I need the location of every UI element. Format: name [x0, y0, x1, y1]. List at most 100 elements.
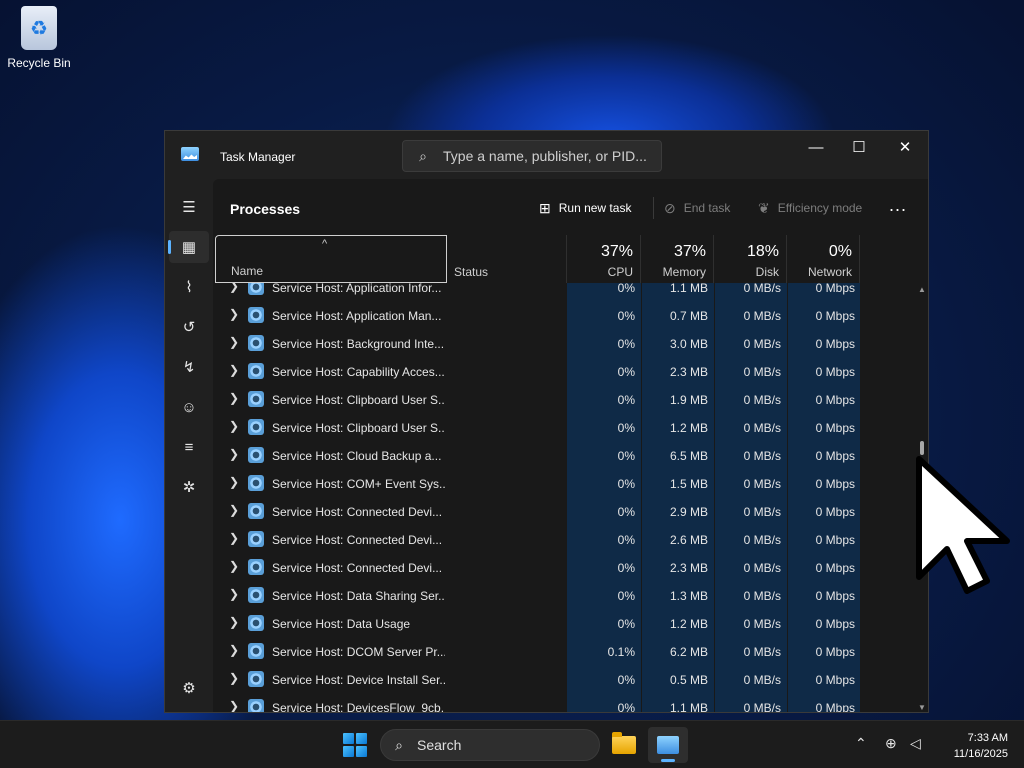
expand-chevron-icon[interactable]: ❯ [229, 475, 241, 489]
process-name: Service Host: Application Man... [272, 309, 442, 323]
expand-chevron-icon[interactable]: ❯ [229, 447, 241, 461]
expand-chevron-icon[interactable]: ❯ [229, 699, 241, 712]
nav-users-icon[interactable]: ☺ [169, 391, 209, 423]
network-value: 0 Mbps [815, 393, 855, 407]
nav-startup-apps-icon[interactable]: ↯ [169, 351, 209, 383]
network-value: 0 Mbps [815, 421, 855, 435]
table-row[interactable]: ❯ Service Host: Capability Acces... 0% 2.3 … [213, 357, 915, 385]
service-host-icon [248, 475, 264, 491]
nav-processes-icon[interactable]: ▦ [168, 231, 209, 263]
table-row[interactable]: ❯ Service Host: Background Inte... 0% 3.0 M… [213, 329, 915, 357]
column-header-status[interactable]: Status [447, 235, 567, 283]
nav-settings-icon[interactable]: ⚙ [169, 672, 209, 704]
nav-app-history-icon[interactable]: ↺ [169, 311, 209, 343]
cpu-value: 0% [617, 673, 635, 687]
table-row[interactable]: ❯ Service Host: Clipboard User S... 0% 1.9 … [213, 385, 915, 413]
expand-chevron-icon[interactable]: ❯ [229, 283, 241, 293]
leaf-icon: ❦ [758, 199, 770, 216]
cpu-value: 0% [617, 309, 635, 323]
hamburger-menu-icon[interactable]: ☰ [169, 191, 209, 223]
table-row[interactable]: ❯ Service Host: COM+ Event Sys... 0% 1.5 MB… [213, 469, 915, 497]
nav-details-icon[interactable]: ≡ [169, 431, 209, 463]
show-hidden-icons-icon[interactable]: ⌃ [855, 735, 867, 752]
expand-chevron-icon[interactable]: ❯ [229, 615, 241, 629]
table-row[interactable]: ❯ Service Host: Application Man... 0% 0.7 M… [213, 301, 915, 329]
network-icon[interactable]: ⊕ [885, 735, 897, 752]
search-input[interactable]: ⌕ Type a name, publisher, or PID... [402, 140, 662, 172]
expand-chevron-icon[interactable]: ❯ [229, 307, 241, 321]
table-row[interactable]: ❯ Service Host: DevicesFlow_9cb... 0% 1.1 M… [213, 693, 915, 713]
taskbar: ⌕ Search ⌃ ⊕ ◁ 7:33 AM 11/16/2025 [0, 720, 1024, 768]
network-value: 0 Mbps [815, 617, 855, 631]
more-options-button[interactable]: ... [889, 195, 907, 216]
volume-icon[interactable]: ◁ [910, 735, 921, 752]
table-row[interactable]: ❯ Service Host: Device Install Ser... 0% 0.… [213, 665, 915, 693]
column-header-name[interactable]: ^ Name [215, 235, 447, 283]
expand-chevron-icon[interactable]: ❯ [229, 587, 241, 601]
clock[interactable]: 7:33 AM 11/16/2025 [938, 730, 1008, 762]
process-list: ❯ Service Host: Application Infor... 0% 1.1… [213, 283, 915, 713]
run-new-task-button[interactable]: ⊞ Run new task [539, 197, 631, 219]
expand-chevron-icon[interactable]: ❯ [229, 671, 241, 685]
table-row[interactable]: ❯ Service Host: Data Usage 0% 1.2 MB 0 MB/s 0… [213, 609, 915, 637]
table-row[interactable]: ❯ Service Host: Clipboard User S... 0% 1.2 … [213, 413, 915, 441]
table-row[interactable]: ❯ Service Host: DCOM Server Pr... 0.1% 6.2 … [213, 637, 915, 665]
maximize-button[interactable]: ☐ [836, 131, 882, 163]
disk-value: 0 MB/s [743, 393, 781, 407]
table-row[interactable]: ❯ Service Host: Connected Devi... 0% 2.9 MB… [213, 497, 915, 525]
nav-services-icon[interactable]: ✲ [169, 471, 209, 503]
minimize-button[interactable]: — [793, 131, 839, 163]
clock-date: 11/16/2025 [953, 748, 1008, 760]
column-header-disk[interactable]: 18% Disk [714, 235, 787, 283]
table-row[interactable]: ❯ Service Host: Data Sharing Ser... 0% 1.3 … [213, 581, 915, 609]
end-task-button[interactable]: ⊘ End task [664, 197, 730, 219]
expand-chevron-icon[interactable]: ❯ [229, 503, 241, 517]
expand-chevron-icon[interactable]: ❯ [229, 419, 241, 433]
service-host-icon [248, 643, 264, 659]
expand-chevron-icon[interactable]: ❯ [229, 363, 241, 377]
scroll-down-icon[interactable]: ▼ [918, 703, 926, 712]
expand-chevron-icon[interactable]: ❯ [229, 531, 241, 545]
file-explorer-button[interactable] [604, 727, 644, 763]
taskbar-search[interactable]: ⌕ Search [380, 729, 600, 761]
start-button[interactable] [343, 733, 367, 757]
scrollbar-thumb[interactable] [920, 441, 924, 455]
memory-value: 2.9 MB [669, 505, 708, 519]
search-icon: ⌕ [395, 736, 403, 753]
disk-value: 0 MB/s [743, 421, 781, 435]
table-row[interactable]: ❯ Service Host: Connected Devi... 0% 2.3 MB… [213, 553, 915, 581]
network-value: 0 Mbps [815, 337, 855, 351]
close-button[interactable]: ✕ [882, 131, 928, 163]
efficiency-mode-button[interactable]: ❦ Efficiency mode [758, 197, 862, 219]
recycle-bin-label: Recycle Bin [7, 56, 71, 70]
scroll-up-icon[interactable]: ▲ [918, 285, 926, 294]
cpu-value: 0% [617, 449, 635, 463]
table-row[interactable]: ❯ Service Host: Cloud Backup a... 0% 6.5 MB… [213, 441, 915, 469]
expand-chevron-icon[interactable]: ❯ [229, 391, 241, 405]
column-header-network[interactable]: 0% Network [787, 235, 860, 283]
process-name: Service Host: COM+ Event Sys... [272, 477, 445, 491]
expand-chevron-icon[interactable]: ❯ [229, 335, 241, 349]
process-name: Service Host: Connected Devi... [272, 505, 443, 519]
disk-value: 0 MB/s [743, 617, 781, 631]
toolbar-divider [653, 197, 654, 219]
column-header-memory[interactable]: 37% Memory [641, 235, 714, 283]
service-host-icon [248, 283, 264, 295]
process-name: Service Host: DevicesFlow_9cb... [272, 701, 445, 713]
disk-value: 0 MB/s [743, 673, 781, 687]
cpu-value: 0% [617, 421, 635, 435]
task-manager-taskbar-button[interactable] [648, 727, 688, 763]
column-header-cpu[interactable]: 37% CPU [567, 235, 641, 283]
service-host-icon [248, 615, 264, 631]
expand-chevron-icon[interactable]: ❯ [229, 643, 241, 657]
toolbar: Processes ⊞ Run new task ⊘ End task ❦ Ef… [213, 179, 928, 235]
expand-chevron-icon[interactable]: ❯ [229, 559, 241, 573]
disk-value: 0 MB/s [743, 365, 781, 379]
task-manager-window: Task Manager ⌕ Type a name, publisher, o… [164, 130, 929, 713]
cpu-value: 0% [617, 701, 635, 713]
table-row[interactable]: ❯ Service Host: Connected Devi... 0% 2.6 MB… [213, 525, 915, 553]
table-row[interactable]: ❯ Service Host: Application Infor... 0% 1.1… [213, 283, 915, 301]
nav-performance-icon[interactable]: ⌇ [169, 271, 209, 303]
memory-value: 3.0 MB [669, 337, 708, 351]
recycle-bin-shortcut[interactable]: ♻ Recycle Bin [6, 6, 72, 70]
